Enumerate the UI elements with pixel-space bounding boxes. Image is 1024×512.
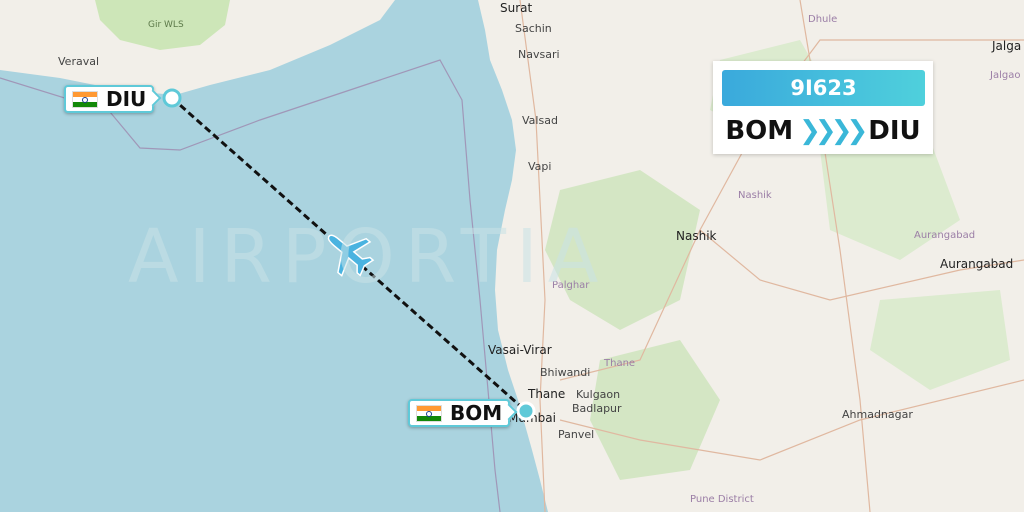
origin-code: BOM [725, 116, 794, 146]
flight-number: 9I623 [790, 76, 857, 100]
label-dhule: Dhule [808, 14, 837, 25]
airport-code-bom: BOM [450, 401, 503, 425]
label-pune: Pune District [690, 494, 754, 505]
label-sachin: Sachin [515, 22, 552, 35]
label-surat: Surat [500, 1, 533, 15]
label-nashik: Nashik [676, 229, 717, 243]
label-vapi: Vapi [528, 160, 551, 173]
label-kulgaon: Kulgaon [576, 388, 620, 401]
label-jalgaon: Jalga [991, 39, 1021, 53]
airport-label-bom[interactable]: BOM [408, 399, 518, 427]
label-veraval: Veraval [58, 55, 99, 68]
destination-code: DIU [868, 116, 921, 146]
label-gir: Gir WLS [148, 20, 184, 30]
watermark-text: AIRPORTIA [128, 214, 609, 300]
airport-marker-bom[interactable] [516, 401, 536, 421]
label-bhiwandi: Bhiwandi [540, 366, 590, 379]
flight-info-panel: 9I623 BOM ❯❯❯❯ DIU [713, 61, 933, 154]
route-arrow-icon: ❯❯❯❯ [799, 116, 868, 146]
label-panvel: Panvel [558, 428, 594, 441]
label-thane: Thane [527, 387, 565, 401]
label-ahmadnagar: Ahmadnagar [842, 408, 913, 421]
india-flag-icon [416, 404, 442, 422]
flight-number-badge: 9I623 [722, 70, 925, 106]
label-aurangabad: Aurangabad [940, 257, 1013, 271]
label-valsad: Valsad [522, 114, 558, 127]
airport-code-diu: DIU [106, 87, 147, 111]
label-vasai: Vasai-Virar [488, 343, 552, 357]
label-jalgaon-region: Jalgao [989, 70, 1020, 81]
label-aurangabad-region: Aurangabad [914, 230, 975, 241]
label-badlapur: Badlapur [572, 402, 622, 415]
airport-label-diu[interactable]: DIU [64, 85, 162, 113]
label-navsari: Navsari [518, 48, 560, 61]
label-thane-region: Thane [603, 358, 635, 369]
label-nashik-region: Nashik [738, 190, 772, 201]
airport-marker-diu[interactable] [162, 88, 182, 108]
route-row: BOM ❯❯❯❯ DIU [713, 113, 933, 149]
india-flag-icon [72, 90, 98, 108]
